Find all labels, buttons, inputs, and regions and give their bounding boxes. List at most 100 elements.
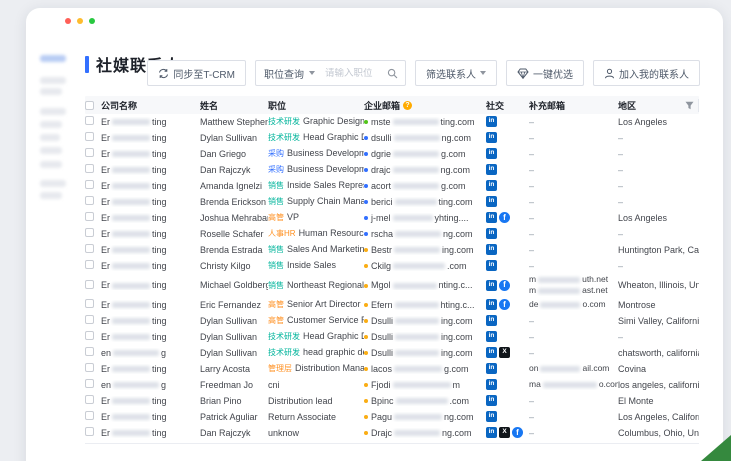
sidebar-item-masked[interactable] xyxy=(40,134,60,141)
search-icon[interactable] xyxy=(387,68,398,79)
sidebar-item-masked[interactable] xyxy=(40,180,66,187)
region-value: Montrose xyxy=(618,300,656,310)
row-checkbox[interactable] xyxy=(85,411,94,420)
linkedin-icon[interactable]: in xyxy=(486,164,497,175)
linkedin-icon[interactable]: in xyxy=(486,212,497,223)
linkedin-icon[interactable]: in xyxy=(486,411,497,422)
close-window-icon[interactable] xyxy=(65,18,71,24)
maximize-window-icon[interactable] xyxy=(89,18,95,24)
position-category-tag: 销售 xyxy=(268,197,284,206)
name-cell: Dylan Sullivan xyxy=(200,316,268,326)
x-twitter-icon[interactable]: X xyxy=(499,427,510,438)
select-all-checkbox[interactable] xyxy=(85,101,94,110)
row-checkbox[interactable] xyxy=(85,148,94,157)
linkedin-icon[interactable]: in xyxy=(486,331,497,342)
extra-email: mao.com xyxy=(529,379,612,390)
email-cell: dgrieg.com xyxy=(364,149,486,159)
sidebar-item-masked[interactable] xyxy=(40,55,66,62)
row-checkbox[interactable] xyxy=(85,164,94,173)
sidebar-item-masked[interactable] xyxy=(40,108,66,115)
minimize-window-icon[interactable] xyxy=(77,18,83,24)
row-checkbox[interactable] xyxy=(85,228,94,237)
position-category-tag: 销售 xyxy=(268,181,284,190)
row-checkbox[interactable] xyxy=(85,299,94,308)
row-checkbox[interactable] xyxy=(85,379,94,388)
linkedin-icon[interactable]: in xyxy=(486,260,497,271)
row-checkbox[interactable] xyxy=(85,244,94,253)
position-cell: 技术研发Head Graphic Desig... xyxy=(268,331,364,342)
sidebar-item-masked[interactable] xyxy=(40,121,62,128)
table-body: ErtingMatthew Stephen技术研发Graphic Designe… xyxy=(85,114,699,441)
blurred-text xyxy=(393,283,437,289)
facebook-icon[interactable]: f xyxy=(499,299,510,310)
position-category-tag: 高管 xyxy=(268,213,284,222)
one-click-optimize-button[interactable]: 一键优选 xyxy=(506,60,584,86)
row-checkbox[interactable] xyxy=(85,427,94,436)
row-checkbox[interactable] xyxy=(85,196,94,205)
sidebar-item-masked[interactable] xyxy=(40,77,66,84)
linkedin-icon[interactable]: in xyxy=(486,244,497,255)
linkedin-icon[interactable]: in xyxy=(486,180,497,191)
row-checkbox[interactable] xyxy=(85,395,94,404)
row-checkbox[interactable] xyxy=(85,363,94,372)
table-row: ErtingBrian PinoDistribution leadBpinc.c… xyxy=(85,393,699,409)
help-icon[interactable]: ? xyxy=(403,101,412,110)
linkedin-icon[interactable]: in xyxy=(486,228,497,239)
sidebar-item-masked[interactable] xyxy=(40,88,62,95)
linkedin-icon[interactable]: in xyxy=(486,363,497,374)
row-checkbox[interactable] xyxy=(85,347,94,356)
add-to-my-contacts-button[interactable]: 加入我的联系人 xyxy=(593,60,700,86)
filter-contacts-dropdown[interactable]: 筛选联系人 xyxy=(415,60,497,86)
linkedin-icon[interactable]: in xyxy=(486,395,497,406)
linkedin-icon[interactable]: in xyxy=(486,116,497,127)
email-status-dot xyxy=(364,303,368,307)
email-cell: Mgolnting.c... xyxy=(364,280,486,290)
social-cell: inXf xyxy=(486,427,529,438)
filter-icon[interactable] xyxy=(685,101,694,110)
row-checkbox[interactable] xyxy=(85,180,94,189)
row-checkbox[interactable] xyxy=(85,260,94,269)
facebook-icon[interactable]: f xyxy=(512,427,523,438)
region-cell: – xyxy=(618,133,699,143)
linkedin-icon[interactable]: in xyxy=(486,379,497,390)
row-checkbox[interactable] xyxy=(85,315,94,324)
job-title: Sales And Marketing Sp... xyxy=(287,244,364,254)
row-checkbox[interactable] xyxy=(85,280,94,289)
x-twitter-icon[interactable]: X xyxy=(499,347,510,358)
blurred-text xyxy=(393,382,451,388)
row-checkbox[interactable] xyxy=(85,116,94,125)
region-cell: – xyxy=(618,261,699,271)
linkedin-icon[interactable]: in xyxy=(486,132,497,143)
company-cell: Erting xyxy=(101,213,200,223)
toolbar: 同步至T-CRM 职位查询 筛选联系人 一键优选 xyxy=(147,60,700,86)
facebook-icon[interactable]: f xyxy=(499,280,510,291)
linkedin-icon[interactable]: in xyxy=(486,148,497,159)
row-checkbox[interactable] xyxy=(85,132,94,141)
blurred-text xyxy=(543,382,597,388)
linkedin-icon[interactable]: in xyxy=(486,196,497,207)
position-input[interactable] xyxy=(323,68,385,79)
sidebar-item-masked[interactable] xyxy=(40,192,62,199)
linkedin-icon[interactable]: in xyxy=(486,347,497,358)
blurred-text xyxy=(394,430,440,436)
name-cell: Brian Pino xyxy=(200,396,268,406)
position-select[interactable]: 职位查询 xyxy=(256,66,323,81)
email-cell: drajcng.com xyxy=(364,165,486,175)
position-category-tag: 技术研发 xyxy=(268,133,300,142)
facebook-icon[interactable]: f xyxy=(499,212,510,223)
row-checkbox[interactable] xyxy=(85,212,94,221)
name-cell: Amanda Ignelzi xyxy=(200,181,268,191)
blurred-text xyxy=(393,167,439,173)
linkedin-icon[interactable]: in xyxy=(486,315,497,326)
email-cell: Dsulliing.com xyxy=(364,316,486,326)
sync-to-crm-button[interactable]: 同步至T-CRM xyxy=(147,60,246,86)
sidebar-item-masked[interactable] xyxy=(40,161,62,168)
sidebar-item-masked[interactable] xyxy=(40,147,62,154)
linkedin-icon[interactable]: in xyxy=(486,280,497,291)
company-cell: Erting xyxy=(101,229,200,239)
row-checkbox[interactable] xyxy=(85,331,94,340)
blurred-text xyxy=(395,199,437,205)
linkedin-icon[interactable]: in xyxy=(486,299,497,310)
email-status-dot xyxy=(364,216,368,220)
linkedin-icon[interactable]: in xyxy=(486,427,497,438)
